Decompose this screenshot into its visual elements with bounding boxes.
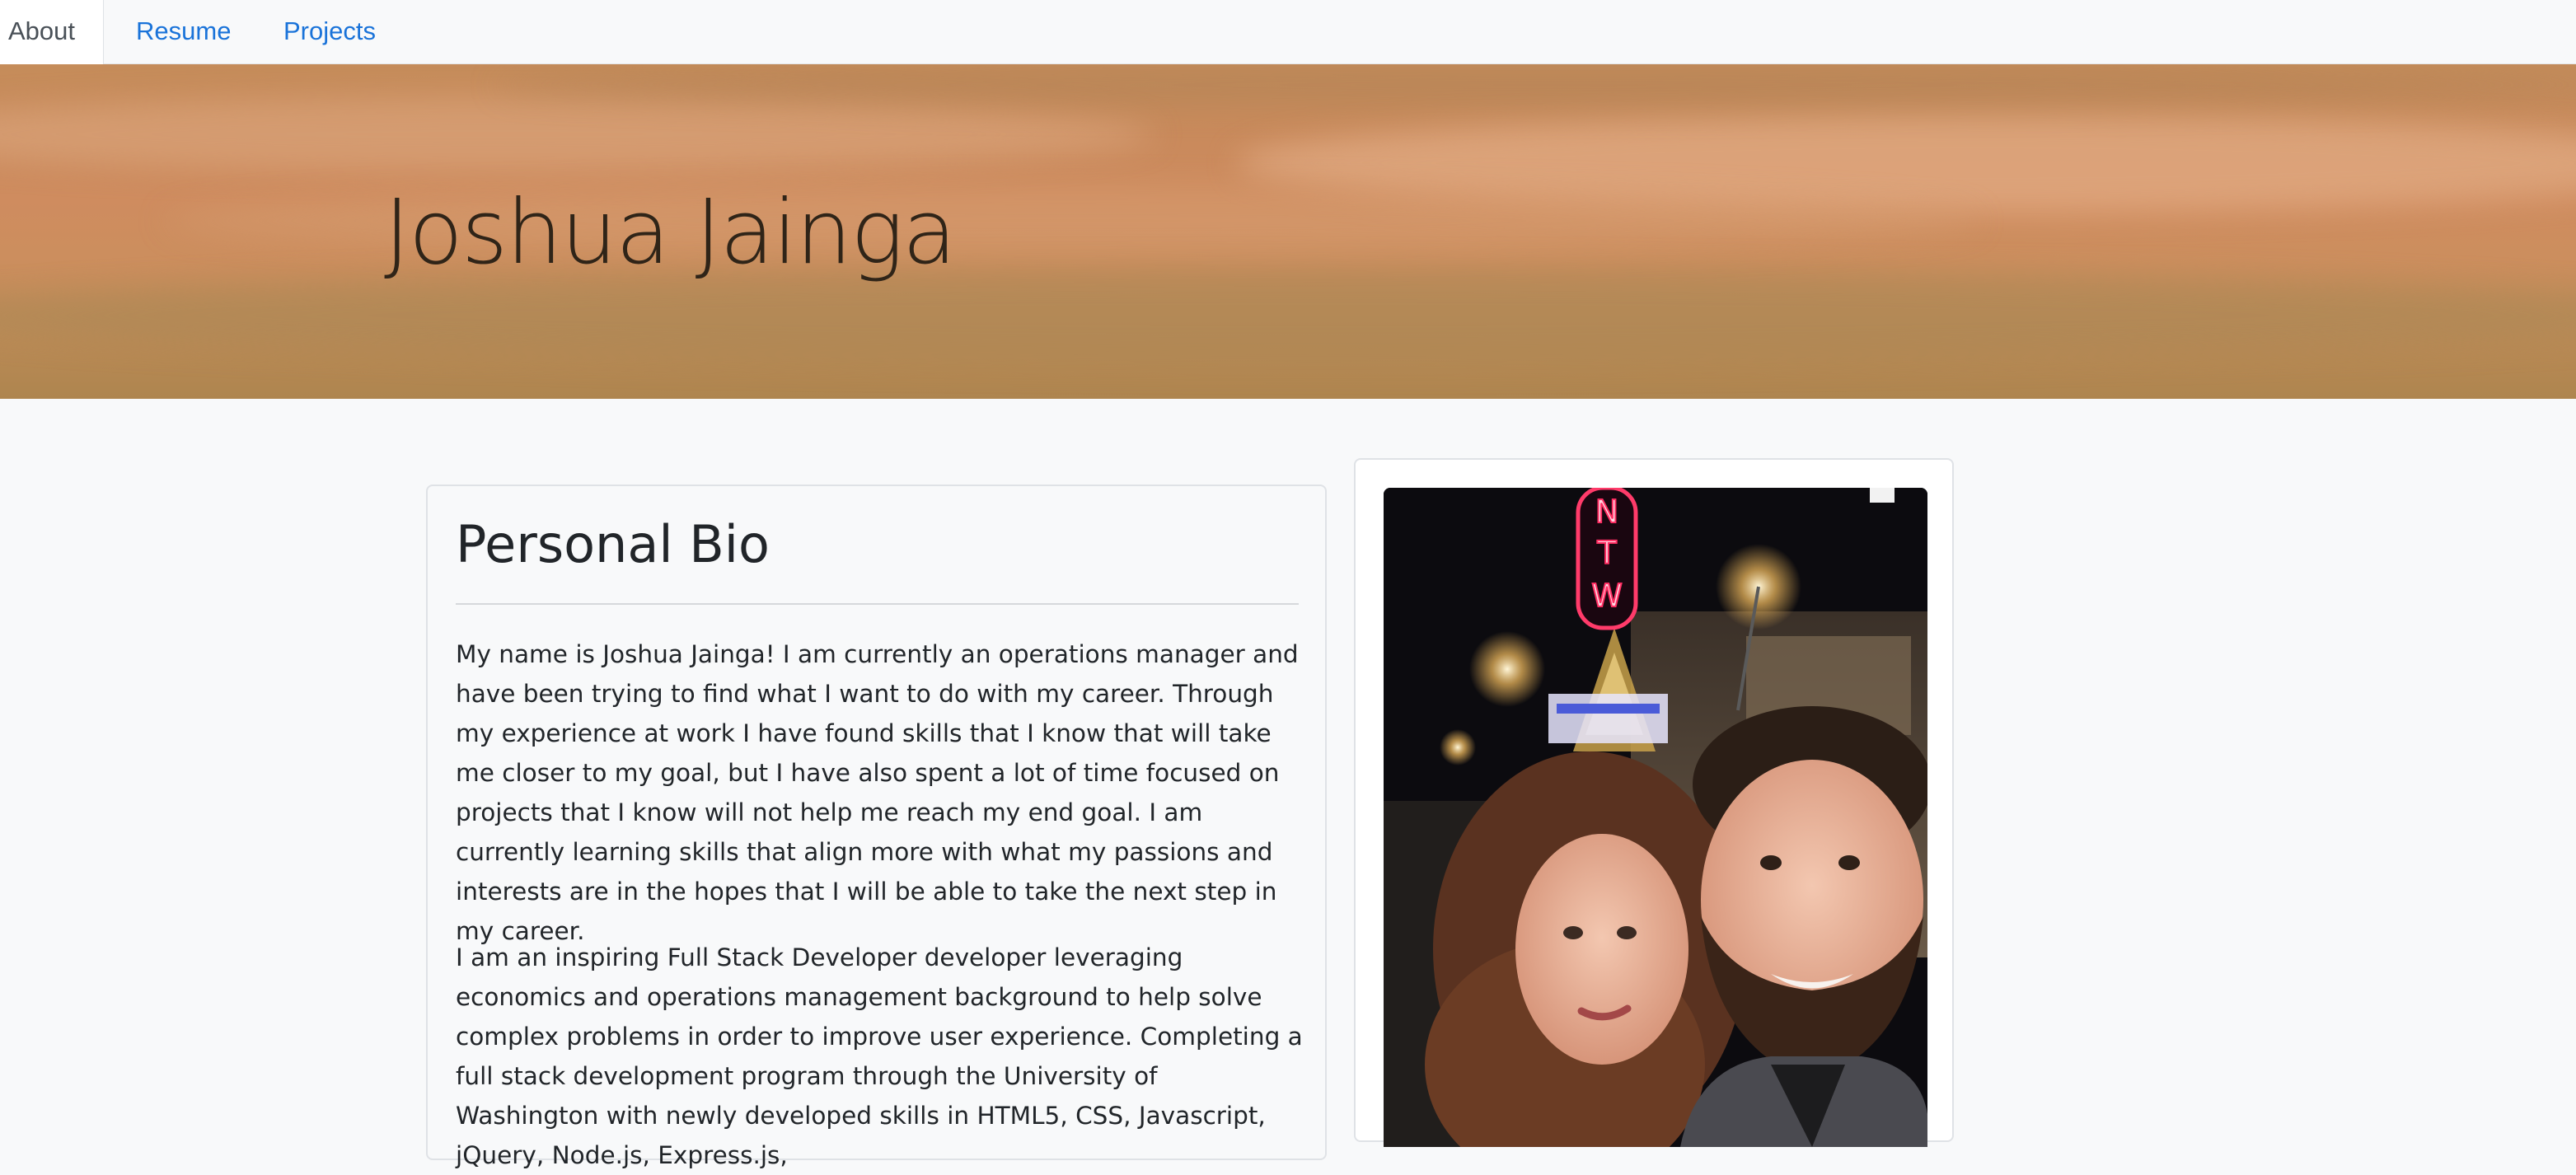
bio-card: Personal Bio My name is Joshua Jainga! I… [426, 485, 1327, 1169]
nav-link-resume[interactable]: Resume [136, 0, 231, 64]
hero-banner: Joshua Jainga [0, 64, 2576, 399]
top-navbar: About Resume Projects [0, 0, 2576, 64]
profile-photo: N T W [1384, 488, 1927, 1147]
nav-link-projects[interactable]: Projects [283, 0, 376, 64]
bio-paragraph-2: I am an inspiring Full Stack Developer d… [456, 943, 1303, 1169]
bio-divider [456, 603, 1299, 605]
sign-letter: N [1595, 494, 1618, 530]
bio-paragraph-1: My name is Joshua Jainga! I am currently… [456, 640, 1299, 945]
bio-heading: Personal Bio [456, 514, 770, 574]
nav-link-about[interactable]: About [0, 0, 105, 64]
sign-letter: W [1591, 578, 1623, 614]
profile-photo-image: N T W [1384, 488, 1927, 1147]
hero-title: Joshua Jainga [384, 181, 957, 284]
photo-card: N T W [1354, 458, 1954, 1147]
sign-letter: T [1596, 535, 1617, 571]
hero-cloud-band [494, 64, 2576, 105]
hero-cloud-band [0, 97, 1154, 171]
